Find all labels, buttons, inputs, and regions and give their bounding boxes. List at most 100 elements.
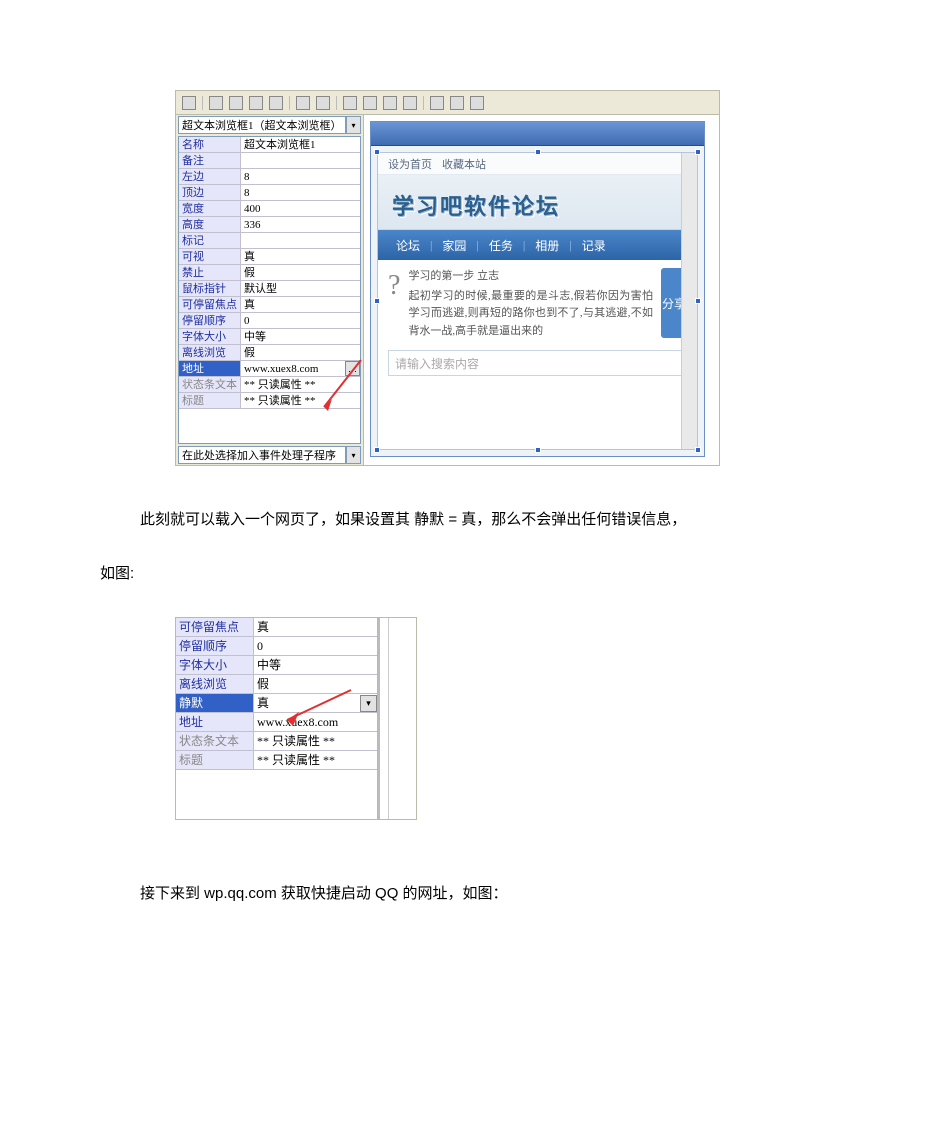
nav-item[interactable]: 任务 — [479, 237, 523, 254]
property-value[interactable] — [241, 153, 360, 169]
property-row[interactable]: 备注 — [179, 153, 360, 169]
property-row[interactable]: 高度336 — [179, 217, 360, 233]
link-favorite[interactable]: 收藏本站 — [442, 156, 486, 172]
search-box[interactable]: 请输入搜索内容 — [388, 350, 687, 376]
resize-handle[interactable] — [374, 149, 380, 155]
toolbar-icon[interactable] — [269, 96, 283, 110]
property-value[interactable]: 真 — [254, 618, 377, 637]
ellipsis-button[interactable]: … — [345, 361, 360, 376]
nav-item[interactable]: 相册 — [525, 237, 569, 254]
property-value[interactable]: 假 — [241, 345, 360, 361]
property-value[interactable]: ** 只读属性 ** — [254, 732, 377, 751]
toolbar-icon[interactable] — [403, 96, 417, 110]
resize-handle[interactable] — [695, 447, 701, 453]
property-row[interactable]: 左边8 — [179, 169, 360, 185]
property-value[interactable]: 假 — [241, 265, 360, 281]
property-row[interactable]: 停留顺序0 — [176, 637, 377, 656]
property-value[interactable]: 8 — [241, 169, 360, 185]
property-value[interactable]: ** 只读属性 ** — [254, 751, 377, 770]
property-value[interactable]: ** 只读属性 ** — [241, 393, 360, 409]
property-value[interactable]: 0 — [241, 313, 360, 329]
toolbar-icon[interactable] — [383, 96, 397, 110]
property-row[interactable]: 离线浏览假 — [179, 345, 360, 361]
site-logo-text: 学习吧软件论坛 — [392, 189, 687, 221]
toolbar-icon[interactable] — [363, 96, 377, 110]
toolbar-icon[interactable] — [316, 96, 330, 110]
property-value[interactable]: 中等 — [241, 329, 360, 345]
property-value[interactable]: ** 只读属性 ** — [241, 377, 360, 393]
toolbar-icon[interactable] — [229, 96, 243, 110]
ide-screenshot-2: 可停留焦点真停留顺序0字体大小中等离线浏览假静默真▾地址www.xuex8.co… — [175, 617, 417, 820]
browser-control: 设为首页 收藏本站 学习吧软件论坛 论坛| 家园| 任务| 相册| 记录 — [377, 152, 698, 450]
property-row[interactable]: 静默真▾ — [176, 694, 377, 713]
property-row[interactable]: 标题** 只读属性 ** — [179, 393, 360, 409]
property-value[interactable]: 假 — [254, 675, 377, 694]
property-row[interactable]: 地址www.xuex8.com — [176, 713, 377, 732]
property-row[interactable]: 离线浏览假 — [176, 675, 377, 694]
property-name: 名称 — [179, 137, 241, 153]
property-row[interactable]: 停留顺序0 — [179, 313, 360, 329]
resize-handle[interactable] — [535, 447, 541, 453]
resize-handle[interactable] — [374, 447, 380, 453]
property-value[interactable]: 8 — [241, 185, 360, 201]
property-row[interactable]: 字体大小中等 — [179, 329, 360, 345]
toolbar-icon[interactable] — [296, 96, 310, 110]
property-name: 标记 — [179, 233, 241, 249]
site-nav: 论坛| 家园| 任务| 相册| 记录 — [378, 230, 697, 260]
event-combo[interactable]: 在此处选择加入事件处理子程序 ▾ — [176, 445, 363, 465]
chevron-down-icon[interactable]: ▾ — [346, 446, 361, 464]
property-row[interactable]: 标题** 只读属性 ** — [176, 751, 377, 770]
toolbar-icon[interactable] — [343, 96, 357, 110]
property-value[interactable]: www.xuex8.com — [254, 713, 377, 732]
property-row[interactable]: 可停留焦点真 — [179, 297, 360, 313]
property-value[interactable]: 中等 — [254, 656, 377, 675]
toolbar-icon[interactable] — [430, 96, 444, 110]
event-combo-label: 在此处选择加入事件处理子程序 — [178, 446, 346, 464]
property-row[interactable]: 顶边8 — [179, 185, 360, 201]
property-value[interactable]: 超文本浏览框1 — [241, 137, 360, 153]
property-row[interactable]: 状态条文本** 只读属性 ** — [176, 732, 377, 751]
component-dropdown[interactable]: 超文本浏览框1（超文本浏览框） ▾ — [176, 115, 363, 135]
property-value[interactable]: 0 — [254, 637, 377, 656]
design-canvas[interactable]: 设为首页 收藏本站 学习吧软件论坛 论坛| 家园| 任务| 相册| 记录 — [364, 115, 719, 465]
property-value[interactable]: 336 — [241, 217, 360, 233]
property-value[interactable]: www.xuex8.com… — [241, 361, 360, 377]
toolbar-icon[interactable] — [182, 96, 196, 110]
property-row[interactable]: 可视真 — [179, 249, 360, 265]
property-row[interactable]: 标记 — [179, 233, 360, 249]
property-value[interactable]: 真▾ — [254, 694, 377, 713]
property-row[interactable]: 名称超文本浏览框1 — [179, 137, 360, 153]
toolbar-icon[interactable] — [209, 96, 223, 110]
toolbar-icon[interactable] — [450, 96, 464, 110]
resize-handle[interactable] — [374, 298, 380, 304]
site-top-links: 设为首页 收藏本站 — [378, 153, 697, 175]
resize-handle[interactable] — [535, 149, 541, 155]
nav-item[interactable]: 记录 — [572, 237, 616, 254]
property-row[interactable]: 禁止假 — [179, 265, 360, 281]
property-value[interactable]: 400 — [241, 201, 360, 217]
chevron-down-icon[interactable]: ▾ — [360, 695, 377, 712]
property-row[interactable]: 可停留焦点真 — [176, 618, 377, 637]
design-canvas[interactable] — [378, 618, 416, 819]
property-row[interactable]: 地址www.xuex8.com… — [179, 361, 360, 377]
nav-item[interactable]: 家园 — [432, 237, 476, 254]
resize-handle[interactable] — [695, 149, 701, 155]
property-row[interactable]: 字体大小中等 — [176, 656, 377, 675]
property-name: 状态条文本 — [179, 377, 241, 393]
property-row[interactable]: 宽度400 — [179, 201, 360, 217]
property-value[interactable]: 默认型 — [241, 281, 360, 297]
form-titlebar — [371, 122, 704, 146]
property-name: 备注 — [179, 153, 241, 169]
resize-handle[interactable] — [695, 298, 701, 304]
property-name: 可视 — [179, 249, 241, 265]
chevron-down-icon[interactable]: ▾ — [346, 116, 361, 134]
property-row[interactable]: 状态条文本** 只读属性 ** — [179, 377, 360, 393]
toolbar-icon[interactable] — [470, 96, 484, 110]
property-value[interactable]: 真 — [241, 249, 360, 265]
toolbar-icon[interactable] — [249, 96, 263, 110]
link-set-home[interactable]: 设为首页 — [388, 156, 432, 172]
nav-item[interactable]: 论坛 — [386, 237, 430, 254]
property-row[interactable]: 鼠标指针默认型 — [179, 281, 360, 297]
property-value[interactable]: 真 — [241, 297, 360, 313]
property-value[interactable] — [241, 233, 360, 249]
